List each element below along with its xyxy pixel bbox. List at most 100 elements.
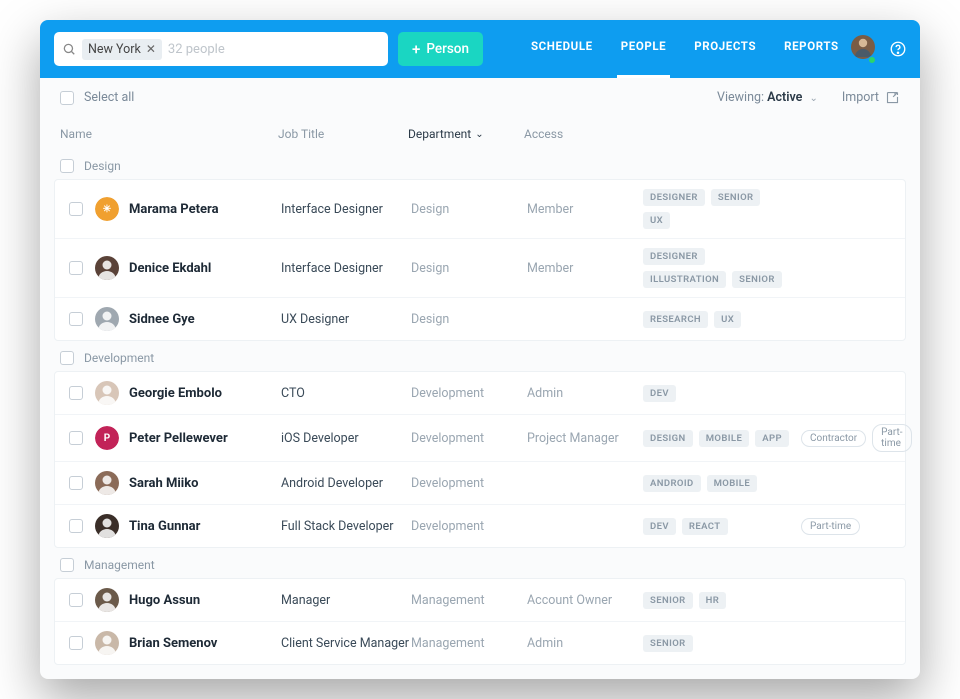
group-checkbox[interactable] bbox=[60, 159, 74, 173]
department: Development bbox=[411, 431, 527, 446]
row-checkbox[interactable] bbox=[69, 261, 83, 275]
department: Design bbox=[411, 261, 527, 276]
col-department[interactable]: Department ⌄ bbox=[408, 127, 524, 141]
select-all-label[interactable]: Select all bbox=[84, 90, 134, 105]
job-title: Full Stack Developer bbox=[281, 519, 411, 534]
row-checkbox[interactable] bbox=[69, 312, 83, 326]
row-checkbox[interactable] bbox=[69, 202, 83, 216]
person-name: Brian Semenov bbox=[129, 636, 217, 651]
tag: ILLUSTRATION bbox=[643, 271, 726, 288]
group-name: Development bbox=[84, 351, 154, 365]
group-rows: Hugo Assun Manager Management Account Ow… bbox=[54, 578, 906, 665]
access-level: Admin bbox=[527, 636, 643, 651]
row-checkbox[interactable] bbox=[69, 519, 83, 533]
row-checkbox[interactable] bbox=[69, 593, 83, 607]
top-bar: New York ✕ 32 people + Person SCHEDULE PE… bbox=[40, 20, 920, 78]
group-header: Management bbox=[40, 548, 920, 578]
tag: HR bbox=[699, 592, 727, 609]
person-avatar bbox=[95, 381, 119, 405]
person-name: Tina Gunnar bbox=[129, 519, 200, 534]
tag-list: ANDROIDMOBILE bbox=[643, 475, 793, 492]
search-input[interactable]: New York ✕ 32 people bbox=[54, 32, 388, 66]
row-checkbox[interactable] bbox=[69, 636, 83, 650]
viewing-label: Viewing: bbox=[717, 90, 764, 105]
import-label: Import bbox=[842, 90, 879, 105]
group-rows: Georgie Embolo CTO Development Admin DEV… bbox=[54, 371, 906, 548]
tag: RESEARCH bbox=[643, 311, 708, 328]
tag: MOBILE bbox=[699, 430, 750, 447]
person-name: Denice Ekdahl bbox=[129, 261, 211, 276]
group-name: Design bbox=[84, 159, 121, 173]
tag: DESIGNER bbox=[643, 189, 705, 206]
table-row[interactable]: P Peter Pellewever iOS Developer Develop… bbox=[55, 415, 905, 462]
department: Development bbox=[411, 476, 527, 491]
group-checkbox[interactable] bbox=[60, 351, 74, 365]
search-filter-chip[interactable]: New York ✕ bbox=[82, 39, 162, 60]
table-row[interactable]: Tina Gunnar Full Stack Developer Develop… bbox=[55, 505, 905, 547]
person-avatar: ✳ bbox=[95, 197, 119, 221]
person-avatar bbox=[95, 631, 119, 655]
tag: UX bbox=[714, 311, 741, 328]
tag: ANDROID bbox=[643, 475, 701, 492]
table-row[interactable]: Georgie Embolo CTO Development Admin DEV bbox=[55, 372, 905, 415]
person-name: Georgie Embolo bbox=[129, 386, 222, 401]
search-result-count: 32 people bbox=[168, 42, 225, 57]
search-icon bbox=[62, 42, 76, 56]
nav-schedule[interactable]: SCHEDULE bbox=[529, 29, 595, 69]
table-row[interactable]: Denice Ekdahl Interface Designer Design … bbox=[55, 239, 905, 298]
status-pill: Part-time bbox=[872, 424, 911, 452]
table-row[interactable]: Sarah Miiko Android Developer Developmen… bbox=[55, 462, 905, 505]
row-checkbox[interactable] bbox=[69, 386, 83, 400]
table-row[interactable]: ✳ Marama Petera Interface Designer Desig… bbox=[55, 180, 905, 239]
job-title: iOS Developer bbox=[281, 431, 411, 446]
tag: DEV bbox=[643, 518, 676, 535]
job-title: UX Designer bbox=[281, 312, 411, 327]
plus-icon: + bbox=[412, 42, 420, 57]
group-checkbox[interactable] bbox=[60, 558, 74, 572]
column-headers: Name Job Title Department ⌄ Access bbox=[40, 113, 920, 149]
help-icon[interactable] bbox=[889, 40, 907, 58]
extra-pills: Contractor Part-time bbox=[801, 424, 912, 452]
tag: SENIOR bbox=[643, 635, 693, 652]
access-level: Account Owner bbox=[527, 593, 643, 608]
person-avatar bbox=[95, 307, 119, 331]
extra-pills: Part-time bbox=[801, 518, 891, 535]
select-all-checkbox[interactable] bbox=[60, 91, 74, 105]
table-row[interactable]: Sidnee Gye UX Designer Design RESEARCHUX bbox=[55, 298, 905, 340]
import-button[interactable]: Import bbox=[842, 90, 900, 105]
search-chip-label: New York bbox=[88, 42, 141, 57]
row-checkbox[interactable] bbox=[69, 476, 83, 490]
close-icon[interactable]: ✕ bbox=[146, 42, 156, 56]
tag: DEV bbox=[643, 385, 676, 402]
nav-projects[interactable]: PROJECTS bbox=[692, 29, 758, 69]
tag: DESIGN bbox=[643, 430, 693, 447]
group-rows: ✳ Marama Petera Interface Designer Desig… bbox=[54, 179, 906, 341]
nav-people[interactable]: PEOPLE bbox=[619, 29, 669, 69]
chevron-down-icon: ⌄ bbox=[475, 129, 483, 140]
tag-list: SENIORHR bbox=[643, 592, 793, 609]
department: Development bbox=[411, 386, 527, 401]
chevron-down-icon: ⌄ bbox=[809, 93, 817, 104]
col-access[interactable]: Access bbox=[524, 127, 640, 141]
department: Management bbox=[411, 593, 527, 608]
app-window: New York ✕ 32 people + Person SCHEDULE PE… bbox=[40, 20, 920, 679]
tag-list: RESEARCH UX bbox=[643, 311, 793, 328]
job-title: CTO bbox=[281, 386, 411, 401]
person-name: Peter Pellewever bbox=[129, 431, 228, 446]
viewing-filter[interactable]: Viewing: Active ⌄ bbox=[717, 90, 818, 105]
nav-reports[interactable]: REPORTS bbox=[782, 29, 841, 69]
current-user-avatar[interactable] bbox=[851, 35, 875, 63]
col-job[interactable]: Job Title bbox=[278, 127, 408, 141]
status-pill: Contractor bbox=[801, 430, 866, 447]
access-level: Project Manager bbox=[527, 431, 643, 446]
add-person-button[interactable]: + Person bbox=[398, 32, 483, 66]
access-level: Member bbox=[527, 202, 643, 217]
table-row[interactable]: Hugo Assun Manager Management Account Ow… bbox=[55, 579, 905, 622]
import-icon bbox=[885, 90, 900, 105]
tag-list: DESIGNERSENIORUX bbox=[643, 189, 793, 229]
group-header: Design bbox=[40, 149, 920, 179]
row-checkbox[interactable] bbox=[69, 431, 83, 445]
col-name[interactable]: Name bbox=[60, 127, 278, 141]
table-row[interactable]: Brian Semenov Client Service Manager Man… bbox=[55, 622, 905, 664]
access-level: Admin bbox=[527, 386, 643, 401]
